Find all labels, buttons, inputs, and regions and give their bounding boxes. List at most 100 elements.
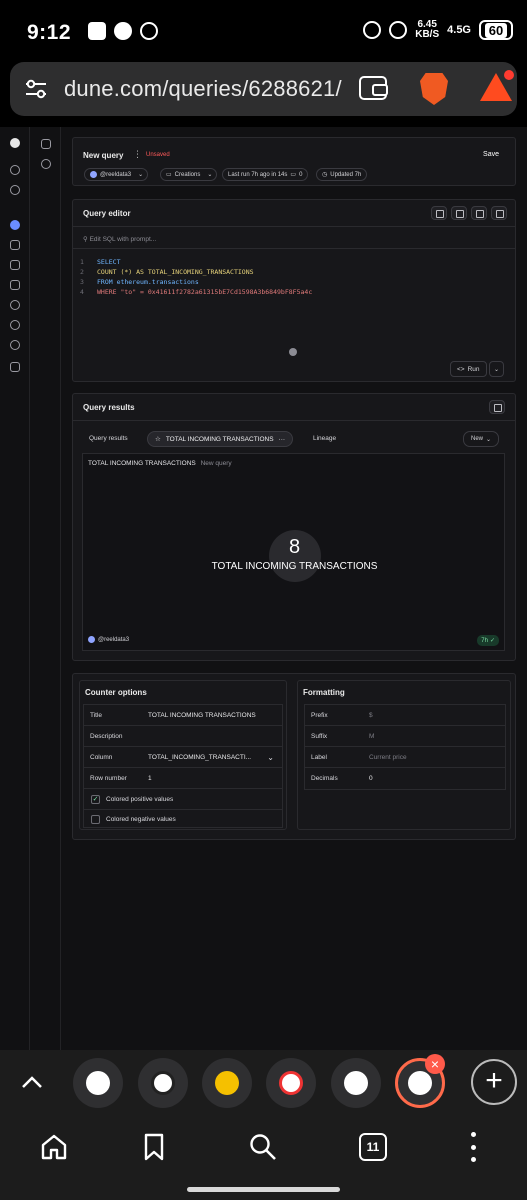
label-field[interactable]: Current price <box>369 754 407 761</box>
query-icon[interactable] <box>10 220 20 230</box>
prefix-field[interactable]: $ <box>369 712 373 719</box>
formatting-options: Formatting Prefix $ Suffix M Label Curre… <box>297 680 511 830</box>
tab-thumbnail[interactable] <box>138 1058 188 1108</box>
home-icon[interactable] <box>39 1132 69 1162</box>
new-visualization-button[interactable]: New ⌄ <box>463 431 500 447</box>
format-icon[interactable] <box>431 206 447 220</box>
code-line: 2 COUNT (*) AS TOTAL_INCOMING_TRANSACTION… <box>80 268 254 276</box>
decimals-field[interactable]: 0 <box>369 775 373 782</box>
settings-icon[interactable] <box>10 320 20 330</box>
more-menu-icon[interactable]: ⋮ <box>133 149 142 160</box>
dune-app: New query ⋮ Unsaved Save @reeldata3 ⌄ ▭ … <box>0 127 527 1050</box>
refresh-results-icon[interactable] <box>489 400 505 414</box>
library-icon[interactable] <box>10 260 20 270</box>
colored-negative-checkbox[interactable] <box>91 815 100 824</box>
tab-counter[interactable]: ☆ TOTAL INCOMING TRANSACTIONS ··· <box>147 431 294 447</box>
site-settings-icon[interactable] <box>24 77 48 101</box>
viz-title: TOTAL INCOMING TRANSACTIONS New query <box>88 460 232 467</box>
query-title[interactable]: New query <box>83 151 123 160</box>
freshness-badge: 7h ✓ <box>477 635 499 646</box>
counter-value: 8 <box>288 536 301 558</box>
star-icon[interactable] <box>10 300 20 310</box>
run-options-button[interactable]: ⌄ <box>489 361 505 377</box>
results-icon: ▭ <box>290 172 297 178</box>
tab-thumbnail[interactable] <box>73 1058 123 1108</box>
code-icon: <> <box>457 365 465 373</box>
search-icon[interactable] <box>10 165 20 175</box>
chevron-down-icon: ⌄ <box>267 752 274 762</box>
url-text[interactable]: dune.com/queries/6288621/ <box>64 76 342 102</box>
title-field[interactable]: TOTAL INCOMING TRANSACTIONS <box>148 712 256 719</box>
address-bar[interactable]: dune.com/queries/6288621/ <box>10 62 517 116</box>
tab-lineage[interactable]: Lineage <box>313 435 336 442</box>
dune-logo-icon[interactable] <box>10 138 20 148</box>
suffix-field[interactable]: M <box>369 733 374 740</box>
chevron-down-icon: ⌄ <box>138 172 144 178</box>
owner-select[interactable]: @reeldata3 ⌄ <box>84 168 149 181</box>
wallet-icon[interactable] <box>359 76 388 100</box>
save-button[interactable]: Save <box>483 151 499 158</box>
main-sidebar <box>0 127 30 1050</box>
bookmark-icon[interactable] <box>139 1132 169 1162</box>
colored-positive-row[interactable]: ✓ Colored positive values <box>84 789 282 810</box>
code-line: 4 WHERE "to" = 0x41611f2782a61315bE7Cd159… <box>80 288 313 296</box>
viz-footer-owner[interactable]: @reeldata3 <box>88 636 129 643</box>
updated-info[interactable]: ◷ Updated 7h <box>316 168 368 181</box>
tab-thumbnail[interactable] <box>266 1058 316 1108</box>
folder-icon: ▭ <box>166 172 172 178</box>
sql-prompt-input[interactable]: ⚲ Edit SQL with prompt... <box>83 235 156 243</box>
tab-count-button[interactable]: 11 <box>359 1133 387 1161</box>
code-line: 1 SELECT <box>80 258 121 266</box>
avatar <box>88 636 95 643</box>
discord-icon <box>88 22 106 40</box>
gesture-bar[interactable] <box>187 1187 340 1192</box>
chevron-down-icon: ⌄ <box>486 436 492 443</box>
database-icon[interactable] <box>41 139 51 149</box>
more-icon: ··· <box>278 435 286 443</box>
counter-options-title: Counter options <box>85 688 147 697</box>
menu-icon[interactable] <box>468 1132 478 1162</box>
chevron-down-icon: ⌄ <box>494 366 500 373</box>
secondary-sidebar <box>31 127 61 1050</box>
run-button[interactable]: <> Run <box>450 361 487 377</box>
alarm-icon <box>363 21 382 39</box>
search-icon[interactable] <box>248 1132 278 1162</box>
gear-icon[interactable] <box>471 206 487 220</box>
prefix-row: Prefix $ <box>305 705 505 726</box>
clock: 9:12 <box>27 21 72 44</box>
counter-label: TOTAL INCOMING TRANSACTIONS <box>211 561 378 572</box>
last-run-info[interactable]: Last run 7h ago in 14s ▭ 0 <box>222 168 309 181</box>
dashboard-icon[interactable] <box>10 240 20 250</box>
tab-thumbnail[interactable] <box>331 1058 381 1108</box>
description-row: Description <box>84 726 282 747</box>
new-tab-icon[interactable]: + <box>471 1059 517 1105</box>
api-icon[interactable] <box>10 280 20 290</box>
folder-select[interactable]: ▭ Creations ⌄ <box>160 168 218 181</box>
chevron-up-icon[interactable] <box>20 1072 44 1092</box>
counter-options: Counter options Title TOTAL INCOMING TRA… <box>79 680 287 830</box>
compass-icon[interactable] <box>10 185 20 195</box>
list-icon[interactable] <box>451 206 467 220</box>
layout-icon[interactable] <box>491 206 507 220</box>
formatting-title: Formatting <box>303 688 345 697</box>
column-select[interactable]: TOTAL_INCOMING_TRANSACTI... <box>148 754 251 761</box>
tab-query-results[interactable]: Query results <box>89 435 128 442</box>
tab-thumbnail[interactable] <box>202 1058 252 1108</box>
plus-icon[interactable] <box>10 362 20 372</box>
row-number-field[interactable]: 1 <box>148 775 152 782</box>
magic-wand-icon: ⚲ <box>83 236 88 243</box>
column-row: Column TOTAL_INCOMING_TRANSACTI... ⌄ <box>84 747 282 768</box>
close-tab-icon[interactable]: × <box>425 1054 445 1074</box>
cloud-icon[interactable] <box>10 340 20 350</box>
sync-icon <box>140 22 158 40</box>
colored-positive-checkbox[interactable]: ✓ <box>91 795 100 804</box>
sql-code[interactable]: 1 SELECT 2 COUNT (*) AS TOTAL_INCOMING_TRA… <box>80 257 312 297</box>
label-row: Label Current price <box>305 747 505 768</box>
telegram-icon <box>114 22 132 40</box>
history-icon[interactable] <box>41 159 51 169</box>
check-circle-icon: ✓ <box>489 638 495 644</box>
colored-negative-row[interactable]: Colored negative values <box>84 809 282 830</box>
brave-shields-icon[interactable] <box>420 73 448 105</box>
resize-handle[interactable] <box>289 348 297 356</box>
tab-strip: × + <box>0 1050 527 1114</box>
